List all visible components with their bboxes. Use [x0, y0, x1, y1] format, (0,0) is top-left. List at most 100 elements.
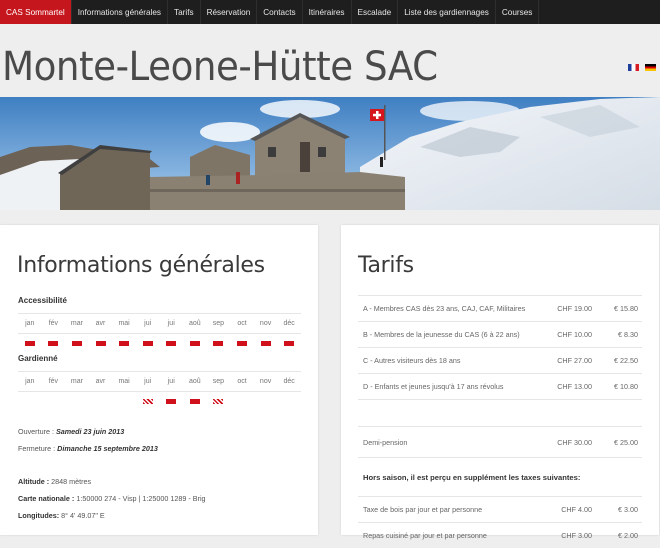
accessibility-full-mark [48, 340, 59, 346]
accessibility-full-mark [236, 340, 247, 346]
tarif-chf: CHF 30.00 [557, 437, 592, 447]
guarded-cell [65, 395, 89, 407]
month-label: jan [25, 378, 35, 385]
german-flag-icon[interactable] [645, 64, 656, 71]
hero-banner-image [0, 97, 660, 210]
accessibility-full-mark [95, 340, 106, 346]
accessibility-full-mark [189, 340, 200, 346]
accessibility-cell [136, 337, 160, 349]
tarif-chf: CHF 27.00 [557, 356, 592, 365]
guarded-cell [136, 395, 160, 407]
french-flag-icon[interactable] [628, 64, 639, 71]
month-label: avr [95, 320, 106, 327]
month-label: jui [167, 378, 175, 385]
tarif-row: A - Membres CAS dès 23 ans, CAJ, CAF, Mi… [358, 295, 642, 321]
nav-item-cas-sommartel[interactable]: CAS Sommartel [0, 0, 72, 24]
nav-item-escalade[interactable]: Escalade [352, 0, 399, 24]
tarif-eur: € 15.80 [614, 304, 638, 313]
accessibility-full-mark [24, 340, 35, 346]
map-label: Carte nationale : [18, 494, 75, 503]
month-label: aoû [188, 320, 201, 327]
longitude-label: Longitudes: [18, 511, 60, 520]
tarif-row: D - Enfants et jeunes jusqu'à 17 ans rév… [358, 373, 642, 399]
tarif-chf: CHF 19.00 [557, 304, 592, 313]
top-navigation: CAS Sommartel Informations générales Tar… [0, 0, 660, 24]
guarded-cell [183, 395, 207, 407]
accessibility-full-mark [260, 340, 271, 346]
accessibility-months: jan fév mar avr mai jui jui aoû sep oct … [18, 313, 301, 334]
month-label: jui [167, 320, 175, 327]
info-heading: Informations générales [17, 253, 265, 278]
month-label: mai [118, 378, 130, 385]
nav-item-contacts[interactable]: Contacts [257, 0, 303, 24]
tarifs-panel: Tarifs A - Membres CAS dès 23 ans, CAJ, … [341, 225, 659, 540]
accessibility-cell [207, 337, 231, 349]
closing-label: Fermeture : [18, 444, 56, 453]
month-label: nov [259, 320, 272, 327]
general-info-panel: Informations générales Accessibilité jan… [0, 225, 318, 535]
guarded-cell [277, 395, 301, 407]
month-label: oct [237, 378, 247, 385]
language-switcher [628, 64, 656, 71]
accessibility-cell [183, 337, 207, 349]
month-label: aoû [188, 378, 201, 385]
month-label: sep [212, 378, 225, 385]
accessibility-full-mark [213, 340, 224, 346]
site-title: Monte-Leone-Hütte SAC [2, 44, 438, 90]
nav-item-reservation[interactable]: Réservation [201, 0, 258, 24]
national-map: Carte nationale : 1:50000 274 - Visp | 1… [18, 494, 206, 503]
tarif-eur: € 10.80 [614, 382, 638, 391]
altitude-value: 2848 mètres [51, 477, 92, 486]
tarif-label: Taxe de bois par jour et par personne [363, 505, 483, 514]
accessibility-full-mark [166, 340, 177, 346]
month-label: déc [283, 378, 295, 385]
guarded-cell [230, 395, 254, 407]
accessibility-cell [159, 337, 183, 349]
accessibility-cell [254, 337, 278, 349]
opening-value: Samedi 23 juin 2013 [55, 427, 125, 436]
tarif-row: Demi-pension CHF 30.00 € 25.00 [358, 426, 642, 457]
tarif-label: Repas cuisiné par jour et par personne [363, 531, 487, 540]
tarif-label: D - Enfants et jeunes jusqu'à 17 ans rév… [363, 382, 504, 391]
month-label: déc [283, 320, 295, 327]
accessibility-cell [112, 337, 136, 349]
month-label: sep [212, 320, 225, 327]
tarif-row-empty [358, 399, 642, 426]
tarif-label: C - Autres visiteurs dès 18 ans [363, 356, 461, 365]
accessibility-cell [42, 337, 66, 349]
tarif-eur: € 22.50 [614, 356, 638, 365]
nav-item-gardiennages[interactable]: Liste des gardiennages [398, 0, 496, 24]
nav-item-informations[interactable]: Informations générales [72, 0, 168, 24]
map-value: 1:50000 274 - Visp | 1:25000 1289 - Brig [76, 494, 206, 503]
tarif-eur: € 25.00 [614, 437, 638, 447]
tarif-chf: CHF 4.00 [561, 505, 592, 514]
accessibility-cell [277, 337, 301, 349]
nav-item-courses[interactable]: Courses [496, 0, 540, 24]
accessibility-cell [18, 337, 42, 349]
opening-label: Ouverture : [18, 427, 54, 436]
accessibility-full-mark [71, 340, 82, 346]
nav-item-itineraires[interactable]: Itinéraires [303, 0, 352, 24]
guarded-cell [159, 395, 183, 407]
month-label: fév [48, 320, 59, 327]
guarded-full-mark [189, 398, 200, 404]
tarif-row: B - Membres de la jeunesse du CAS (6 à 2… [358, 321, 642, 347]
month-label: jan [25, 320, 35, 327]
tarif-chf: CHF 13.00 [557, 382, 592, 391]
nav-item-tarifs[interactable]: Tarifs [168, 0, 201, 24]
season-note-row: Hors saison, il est perçu en supplément … [358, 457, 642, 496]
longitude-value: 8° 4' 49.07" E [61, 511, 105, 520]
accessibility-cell [89, 337, 113, 349]
season-note: Hors saison, il est perçu en supplément … [363, 472, 581, 482]
month-label: oct [237, 320, 247, 327]
guarded-cell [254, 395, 278, 407]
tarif-label: Demi-pension [363, 437, 408, 447]
closing-value: Dimanche 15 septembre 2013 [57, 444, 158, 453]
month-label: jui [144, 378, 152, 385]
month-label: nov [259, 378, 272, 385]
guarded-cell [207, 395, 231, 407]
guarded-full-mark [166, 398, 177, 404]
tarif-eur: € 8.30 [618, 330, 638, 339]
guarded-cell [112, 395, 136, 407]
opening-date: Ouverture : Samedi 23 juin 2013 [18, 427, 124, 436]
